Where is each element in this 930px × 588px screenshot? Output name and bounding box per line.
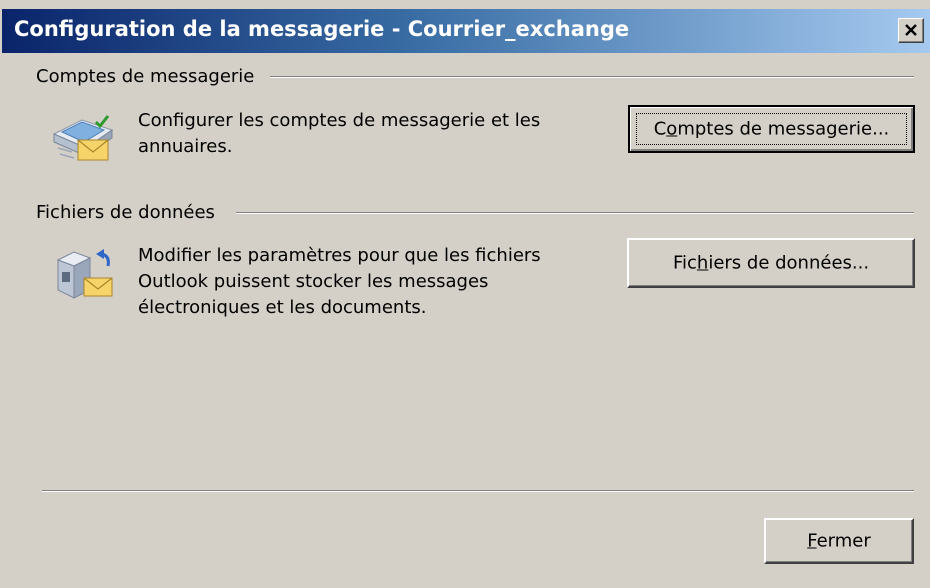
window-title: Configuration de la messagerie - Courrie…: [14, 17, 630, 41]
data-files-description-line-2: Outlook puissent stocker les messages: [138, 271, 489, 292]
data-files-icon: [56, 249, 113, 299]
accounts-description-line-1: Configurer les comptes de messagerie et …: [138, 110, 541, 131]
close-dialog-mnemonic: F: [807, 530, 817, 552]
mail-setup-dialog: Configuration de la messagerie - Courrie…: [0, 0, 930, 588]
accounts-description-line-2: annuaires.: [138, 136, 233, 157]
data-files-description-line-3: électroniques et les documents.: [138, 297, 427, 318]
email-accounts-mnemonic: o: [666, 118, 678, 140]
data-files-button-label: Fichiers de données...: [629, 253, 913, 274]
data-files-mnemonic: h: [696, 252, 709, 274]
accounts-description: Configurer les comptes de messagerie et …: [138, 108, 540, 160]
title-bar[interactable]: Configuration de la messagerie - Courrie…: [2, 9, 930, 53]
data-files-group-divider: [236, 212, 914, 214]
data-files-group-label: Fichiers de données: [36, 202, 215, 223]
data-files-description-line-1: Modifier les paramètres pour que les fic…: [138, 245, 541, 266]
mail-accounts-icon: [52, 115, 114, 161]
close-dialog-button-label: Fermer: [766, 531, 912, 552]
data-files-button[interactable]: Fichiers de données...: [627, 238, 915, 288]
close-icon: [905, 24, 917, 36]
close-dialog-label-end: ermer: [816, 530, 871, 552]
close-button[interactable]: [898, 18, 924, 43]
close-dialog-button[interactable]: Fermer: [764, 518, 914, 564]
accounts-group-divider: [270, 76, 914, 78]
email-accounts-button-label: Comptes de messagerie...: [630, 119, 913, 140]
data-files-description: Modifier les paramètres pour que les fic…: [138, 243, 541, 321]
email-accounts-button[interactable]: Comptes de messagerie...: [628, 105, 915, 153]
accounts-group-label: Comptes de messagerie: [36, 66, 255, 87]
footer-separator: [42, 490, 914, 492]
data-files-label-end: iers de données...: [708, 252, 870, 274]
data-files-label-start: Fic: [672, 252, 697, 274]
email-accounts-label-start: C: [653, 118, 667, 140]
email-accounts-label-end: mptes de messagerie...: [677, 118, 890, 140]
